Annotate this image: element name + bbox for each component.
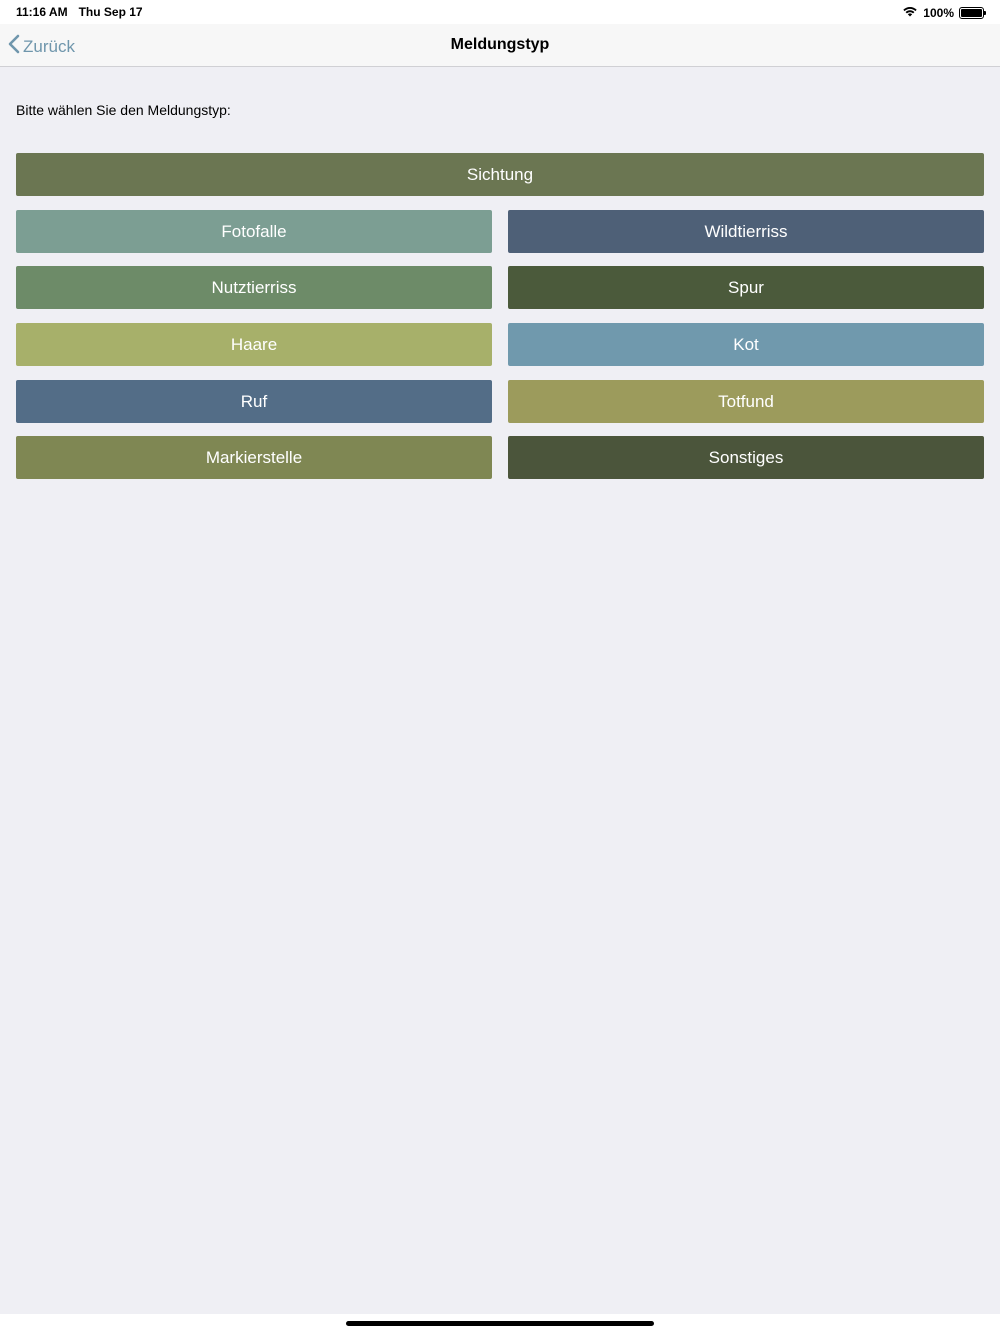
- fotofalle-button[interactable]: Fotofalle: [16, 210, 492, 253]
- wildtierriss-button[interactable]: Wildtierriss: [508, 210, 984, 253]
- kot-button[interactable]: Kot: [508, 323, 984, 366]
- status-left: 11:16 AM Thu Sep 17: [16, 5, 143, 19]
- battery-fill: [961, 8, 982, 17]
- battery-percent: 100%: [923, 5, 954, 20]
- home-indicator[interactable]: [346, 1321, 654, 1326]
- ruf-button[interactable]: Ruf: [16, 380, 492, 423]
- home-indicator-area: [0, 1314, 1000, 1334]
- spur-button[interactable]: Spur: [508, 266, 984, 309]
- nutztierriss-button[interactable]: Nutztierriss: [16, 266, 492, 309]
- prompt-text: Bitte wählen Sie den Meldungstyp:: [16, 102, 231, 118]
- haare-button[interactable]: Haare: [16, 323, 492, 366]
- status-date: Thu Sep 17: [78, 5, 143, 19]
- markierstelle-button[interactable]: Markierstelle: [16, 436, 492, 479]
- status-bar: 11:16 AM Thu Sep 17 100%: [0, 0, 1000, 24]
- status-time: 11:16 AM: [16, 5, 68, 19]
- wifi-icon: [902, 5, 918, 20]
- sichtung-button[interactable]: Sichtung: [16, 153, 984, 196]
- sonstiges-button[interactable]: Sonstiges: [508, 436, 984, 479]
- totfund-button[interactable]: Totfund: [508, 380, 984, 423]
- page-title: Meldungstyp: [450, 36, 550, 53]
- status-right: 100%: [902, 5, 986, 20]
- battery-icon: [959, 6, 986, 19]
- navigation-bar: Zurück Meldungstyp: [0, 24, 1000, 67]
